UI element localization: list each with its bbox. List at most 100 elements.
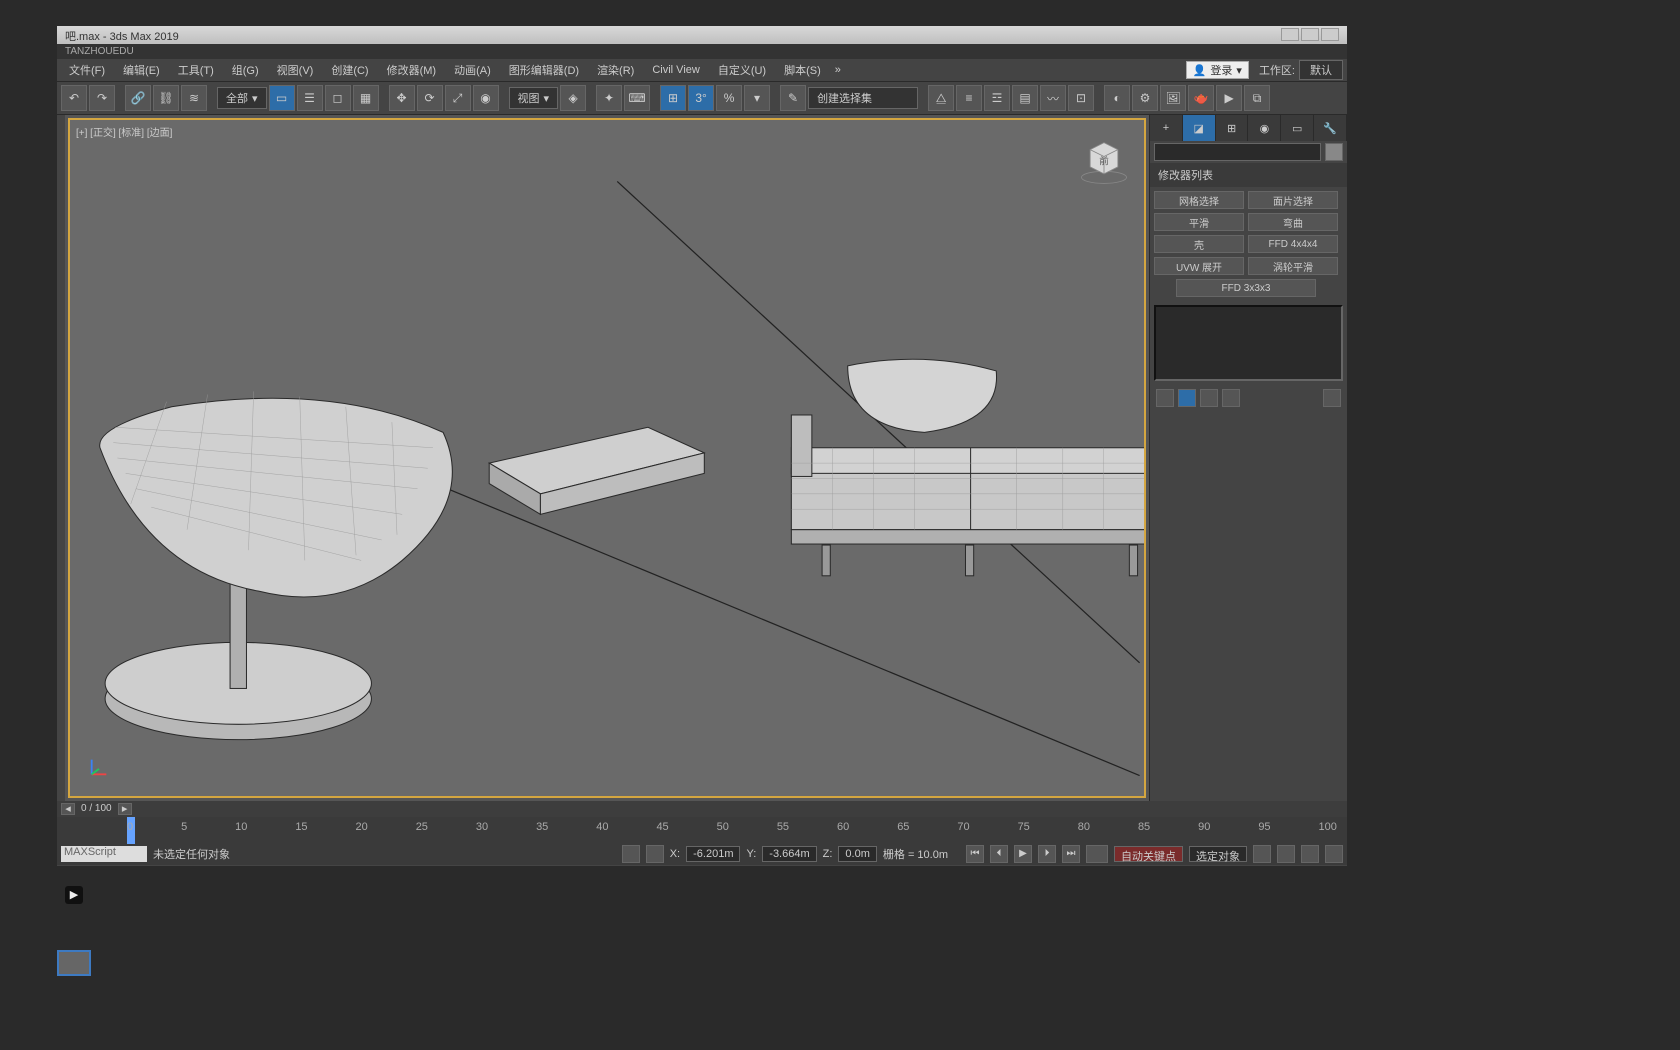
goto-end-button[interactable]: ⏭ [1062,845,1080,863]
y-field[interactable]: -3.664m [762,846,816,862]
modbtn-uvw[interactable]: UVW 展开 [1154,257,1244,275]
snap-toggle-button[interactable]: ⊞ [660,85,686,111]
modbtn-mesh-select[interactable]: 网格选择 [1154,191,1244,209]
modbtn-turbosmooth[interactable]: 涡轮平滑 [1248,257,1338,275]
menu-rendering[interactable]: 渲染(R) [589,59,642,81]
configure-sets-button[interactable] [1323,389,1341,407]
z-field[interactable]: 0.0m [838,846,876,862]
percent-snap-button[interactable]: % [716,85,742,111]
x-field[interactable]: -6.201m [686,846,740,862]
viewport-thumbnail[interactable] [57,950,91,976]
menu-grapheditors[interactable]: 图形编辑器(D) [501,59,587,81]
unlink-button[interactable]: ⛓ [153,85,179,111]
timeline-next-button[interactable]: ▸ [118,803,132,815]
modbtn-bend[interactable]: 弯曲 [1248,213,1338,231]
layer-explorer-button[interactable]: ☲ [984,85,1010,111]
rectangle-region-button[interactable]: ◻ [325,85,351,111]
menu-overflow-icon[interactable]: » [831,64,845,76]
reference-coord-dropdown[interactable]: 视图 ▾ [509,87,559,109]
modbtn-ffd4[interactable]: FFD 4x4x4 [1248,235,1338,253]
remove-modifier-button[interactable] [1222,389,1240,407]
keyboard-shortcut-button[interactable]: ⌨ [624,85,650,111]
keyfilters-dropdown[interactable]: 选定对象 [1189,846,1247,862]
nav-zoomextents-button[interactable] [1325,845,1343,863]
motion-tab[interactable]: ◉ [1248,115,1281,141]
minimize-button[interactable] [1281,28,1299,41]
close-button[interactable] [1321,28,1339,41]
menu-civilview[interactable]: Civil View [644,61,707,79]
select-object-button[interactable]: ▭ [269,85,295,111]
open-autodesk-button[interactable]: ⧉ [1244,85,1270,111]
edit-named-sel-button[interactable]: ✎ [780,85,806,111]
workspace-dropdown[interactable]: 默认 [1299,60,1343,80]
login-dropdown[interactable]: 👤 登录 ▾ [1186,61,1249,79]
align-button[interactable]: ≡ [956,85,982,111]
key-mode-button[interactable] [1086,845,1108,863]
redo-button[interactable]: ↷ [89,85,115,111]
create-tab[interactable]: + [1150,115,1183,141]
placement-button[interactable]: ◉ [473,85,499,111]
prev-frame-button[interactable]: ⏴ [990,845,1008,863]
nav-fov-button[interactable] [1301,845,1319,863]
menu-animation[interactable]: 动画(A) [446,59,499,81]
menu-group[interactable]: 组(G) [224,59,267,81]
rotate-button[interactable]: ⟳ [417,85,443,111]
rendered-frame-button[interactable]: 🖼 [1160,85,1186,111]
modbtn-patch-select[interactable]: 面片选择 [1248,191,1338,209]
menu-edit[interactable]: 编辑(E) [115,59,168,81]
timeline-ruler[interactable]: 0510152025303540455055606570758085909510… [57,817,1347,844]
manipulate-button[interactable]: ✦ [596,85,622,111]
menu-customize[interactable]: 自定义(U) [710,59,774,81]
timeline-prev-button[interactable]: ◂ [61,803,75,815]
move-button[interactable]: ✥ [389,85,415,111]
nav-zoom-button[interactable] [1253,845,1271,863]
mirror-button[interactable]: ⧋ [928,85,954,111]
menu-views[interactable]: 视图(V) [269,59,322,81]
isolate-selection-button[interactable] [622,845,640,863]
display-tab[interactable]: ▭ [1281,115,1314,141]
maximize-button[interactable] [1301,28,1319,41]
menu-scripting[interactable]: 脚本(S) [776,59,829,81]
make-unique-button[interactable] [1200,389,1218,407]
toggle-ribbon-button[interactable]: ▤ [1012,85,1038,111]
next-frame-button[interactable]: ⏵ [1038,845,1056,863]
modifier-stack[interactable] [1154,305,1343,381]
active-viewport[interactable]: [+] [正交] [标准] [边面] 前 [68,118,1146,798]
render-iterative-button[interactable]: ▶ [1216,85,1242,111]
scale-button[interactable]: ⤢ [445,85,471,111]
hierarchy-tab[interactable]: ⊞ [1216,115,1249,141]
scene-explorer-collapsed[interactable] [57,115,65,801]
menu-create[interactable]: 创建(C) [323,59,376,81]
viewcube[interactable]: 前 [1078,134,1130,186]
autokey-toggle[interactable]: 自动关键点 [1114,846,1183,862]
render-production-button[interactable]: 🫖 [1188,85,1214,111]
menu-file[interactable]: 文件(F) [61,59,113,81]
modify-tab[interactable]: ◪ [1183,115,1216,141]
nav-zoomall-button[interactable] [1277,845,1295,863]
object-name-field[interactable] [1154,143,1321,161]
video-play-icon[interactable]: ▶ [65,886,83,904]
utilities-tab[interactable]: 🔧 [1314,115,1347,141]
maxscript-listener[interactable]: MAXScript [61,846,147,862]
selection-filter-dropdown[interactable]: 全部 ▾ [217,87,267,109]
object-color-swatch[interactable] [1325,143,1343,161]
modifier-list-label[interactable]: 修改器列表 [1150,163,1347,187]
material-editor-button[interactable]: ◐ [1104,85,1130,111]
select-by-name-button[interactable]: ☰ [297,85,323,111]
modbtn-shell[interactable]: 壳 [1154,235,1244,253]
link-button[interactable]: 🔗 [125,85,151,111]
menu-modifiers[interactable]: 修改器(M) [379,59,445,81]
curve-editor-button[interactable]: 〰 [1040,85,1066,111]
selection-set-dropdown[interactable]: 创建选择集 [808,87,918,109]
menu-tools[interactable]: 工具(T) [170,59,222,81]
pin-stack-button[interactable] [1156,389,1174,407]
play-button[interactable]: ▶ [1014,845,1032,863]
goto-start-button[interactable]: ⏮ [966,845,984,863]
show-end-result-button[interactable] [1178,389,1196,407]
schematic-view-button[interactable]: ⊡ [1068,85,1094,111]
selection-lock-button[interactable] [646,845,664,863]
modbtn-ffd3[interactable]: FFD 3x3x3 [1176,279,1316,297]
bind-spacewarp-button[interactable]: ≋ [181,85,207,111]
angle-snap-button[interactable]: 3° [688,85,714,111]
modbtn-smooth[interactable]: 平滑 [1154,213,1244,231]
